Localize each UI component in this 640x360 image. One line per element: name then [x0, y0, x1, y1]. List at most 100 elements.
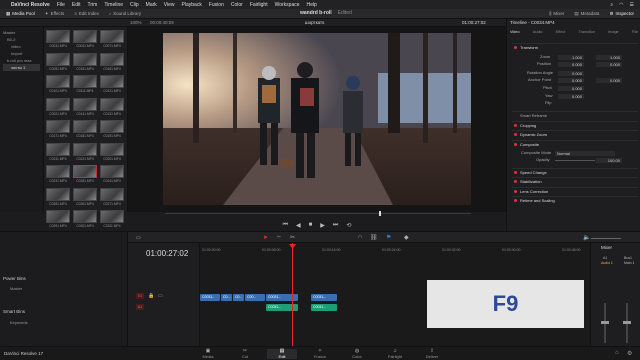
- page-cut[interactable]: ✂ Cut: [230, 349, 260, 360]
- page-deliver[interactable]: ⇪ Deliver: [417, 349, 447, 360]
- anchor-y-field[interactable]: 0.000: [596, 78, 622, 83]
- metadata-button[interactable]: ▤ Metadata: [574, 11, 599, 17]
- page-color[interactable]: ◍ Color: [342, 349, 372, 360]
- marker-icon[interactable]: ◆: [404, 234, 409, 241]
- search-icon[interactable]: ⌕: [610, 2, 613, 8]
- fader-a1-handle[interactable]: [601, 321, 609, 324]
- video-clip[interactable]: C00...: [245, 294, 265, 301]
- media-clip-thumbnail[interactable]: C0201.MP4: [100, 142, 124, 163]
- jump-end-icon[interactable]: ⏭: [333, 222, 338, 229]
- volume-icon[interactable]: 🔈: [583, 234, 590, 241]
- stop-icon[interactable]: ■: [309, 222, 313, 228]
- yaw-field[interactable]: 0.000: [558, 94, 584, 99]
- flag-icon[interactable]: ⚑: [386, 234, 391, 241]
- video-clip[interactable]: C0031...: [200, 294, 220, 301]
- menu-help[interactable]: Help: [307, 2, 317, 8]
- edit-index-button[interactable]: ≡ Edit Index: [74, 11, 99, 16]
- rotation-field[interactable]: 0.000: [558, 71, 584, 76]
- section-cropping[interactable]: Cropping: [512, 121, 638, 128]
- anchor-x-field[interactable]: 0.000: [558, 78, 584, 83]
- loop-icon[interactable]: ⟲: [346, 222, 351, 229]
- media-clip-thumbnail[interactable]: C0121.MP4: [100, 75, 124, 95]
- inspector-button[interactable]: ⚙ Inspector: [609, 11, 634, 17]
- opacity-slider[interactable]: [555, 160, 595, 161]
- link-icon[interactable]: ⛓: [370, 234, 378, 241]
- page-edit[interactable]: ▤ Edit: [267, 349, 297, 359]
- bin-selected[interactable]: чисты 1: [3, 64, 40, 71]
- dynamic-zoom-enable-icon[interactable]: [514, 133, 517, 136]
- section-smart-reframe[interactable]: Smart Reframe: [512, 111, 638, 118]
- menu-edit[interactable]: Edit: [72, 2, 81, 8]
- media-clip-thumbnail[interactable]: C0181.MP4: [73, 120, 97, 140]
- track-a1-label[interactable]: A1: [136, 304, 144, 310]
- composite-enable-icon[interactable]: [514, 143, 517, 146]
- media-clip-thumbnail[interactable]: C0071.MP4: [100, 30, 124, 50]
- position-y-field[interactable]: 0.000: [596, 62, 622, 67]
- tab-file[interactable]: File: [632, 30, 638, 34]
- video-clip[interactable]: C0...: [233, 294, 244, 301]
- media-clip-thumbnail[interactable]: C0021.MP4: [46, 97, 70, 118]
- menu-fusion[interactable]: Fusion: [209, 2, 224, 8]
- timeline-ruler[interactable]: 01:00:00:00 01:00:08:00 01:00:16:00 01:0…: [200, 247, 590, 257]
- media-clip-thumbnail[interactable]: C0251.MP4: [46, 187, 70, 208]
- menu-fairlight[interactable]: Fairlight: [250, 2, 268, 8]
- trim-tool-icon[interactable]: ⇔: [276, 234, 282, 240]
- media-clip-thumbnail[interactable]: C0271.MP4: [100, 187, 124, 208]
- smart-bins-keywords[interactable]: Keywords: [10, 320, 28, 325]
- bin-b-roll[interactable]: b-roll pro max: [3, 57, 40, 64]
- page-fairlight[interactable]: ♫ Fairlight: [380, 349, 410, 360]
- scrubber-handle[interactable]: [379, 211, 381, 216]
- media-clip-thumbnail[interactable]: C0231.MP4: [46, 165, 70, 185]
- reverse-icon[interactable]: ◀: [296, 222, 301, 229]
- jump-start-icon[interactable]: ⏮: [283, 222, 288, 229]
- track-visibility-icon[interactable]: ▭: [158, 293, 163, 299]
- lens-correction-enable-icon[interactable]: [514, 190, 517, 193]
- pitch-field[interactable]: 0.000: [558, 86, 584, 91]
- section-transform[interactable]: Transform: [512, 43, 638, 50]
- control-center-icon[interactable]: ☰: [630, 2, 634, 8]
- menu-timeline[interactable]: Timeline: [104, 2, 123, 8]
- page-fusion[interactable]: ✧ Fusion: [305, 349, 335, 360]
- video-clip[interactable]: C0...: [221, 294, 232, 301]
- track-v1-label[interactable]: V1: [136, 293, 144, 299]
- fader-bus1-handle[interactable]: [623, 321, 631, 324]
- cropping-enable-icon[interactable]: [514, 124, 517, 127]
- tab-transition[interactable]: Transition: [578, 30, 595, 34]
- power-bins-master[interactable]: Master: [10, 286, 22, 291]
- menu-playback[interactable]: Playback: [182, 2, 202, 8]
- media-clip-thumbnail[interactable]: C0131.MP4: [100, 97, 124, 118]
- tab-image[interactable]: Image: [608, 30, 619, 34]
- media-clip-thumbnail[interactable]: C0241.MP4: [100, 165, 124, 185]
- wifi-icon[interactable]: ◠: [619, 2, 623, 8]
- media-clip-thumbnail[interactable]: C0221.MP4: [73, 142, 97, 163]
- sound-library-button[interactable]: ♪ Sound Library: [109, 11, 141, 16]
- viewer-scrubber[interactable]: [165, 213, 471, 214]
- retime-enable-icon[interactable]: [514, 199, 517, 202]
- viewer-frame[interactable]: [163, 33, 471, 205]
- volume-slider[interactable]: [591, 238, 621, 239]
- snapping-icon[interactable]: ∩: [358, 234, 362, 240]
- position-x-field[interactable]: 0.000: [558, 62, 584, 67]
- section-speed-change[interactable]: Speed Change: [512, 168, 638, 175]
- media-clip-thumbnail[interactable]: C0161.MP4: [100, 52, 124, 73]
- tab-video[interactable]: Video: [510, 30, 520, 34]
- bin-b0-2[interactable]: B0-2: [3, 36, 40, 43]
- zoom-x-field[interactable]: 1.000: [558, 55, 584, 60]
- tab-effect[interactable]: Effect: [556, 30, 566, 34]
- media-clip-thumbnail[interactable]: C0281.MP4: [73, 165, 97, 185]
- settings-icon[interactable]: ⚙: [627, 350, 632, 357]
- viewer-zoom[interactable]: 100%: [130, 20, 142, 25]
- video-clip[interactable]: C0031...: [311, 294, 337, 301]
- track-lock-icon[interactable]: 🔒: [148, 293, 154, 299]
- menu-clip[interactable]: Clip: [130, 2, 139, 8]
- speed-change-enable-icon[interactable]: [514, 171, 517, 174]
- menu-view[interactable]: View: [164, 2, 175, 8]
- media-clip-thumbnail[interactable]: C0101.MP4: [46, 75, 70, 95]
- media-clip-thumbnail[interactable]: C0301.MP4: [73, 210, 97, 230]
- media-clip-thumbnail[interactable]: C0171.MP4: [46, 120, 70, 140]
- media-pool-button[interactable]: ▦ Media Pool: [6, 11, 35, 17]
- layout-icon[interactable]: ▭: [136, 235, 141, 241]
- stabilization-enable-icon[interactable]: [514, 180, 517, 183]
- tab-audio[interactable]: Audio: [533, 30, 543, 34]
- media-clip-thumbnail[interactable]: C0141.MP4: [73, 97, 97, 118]
